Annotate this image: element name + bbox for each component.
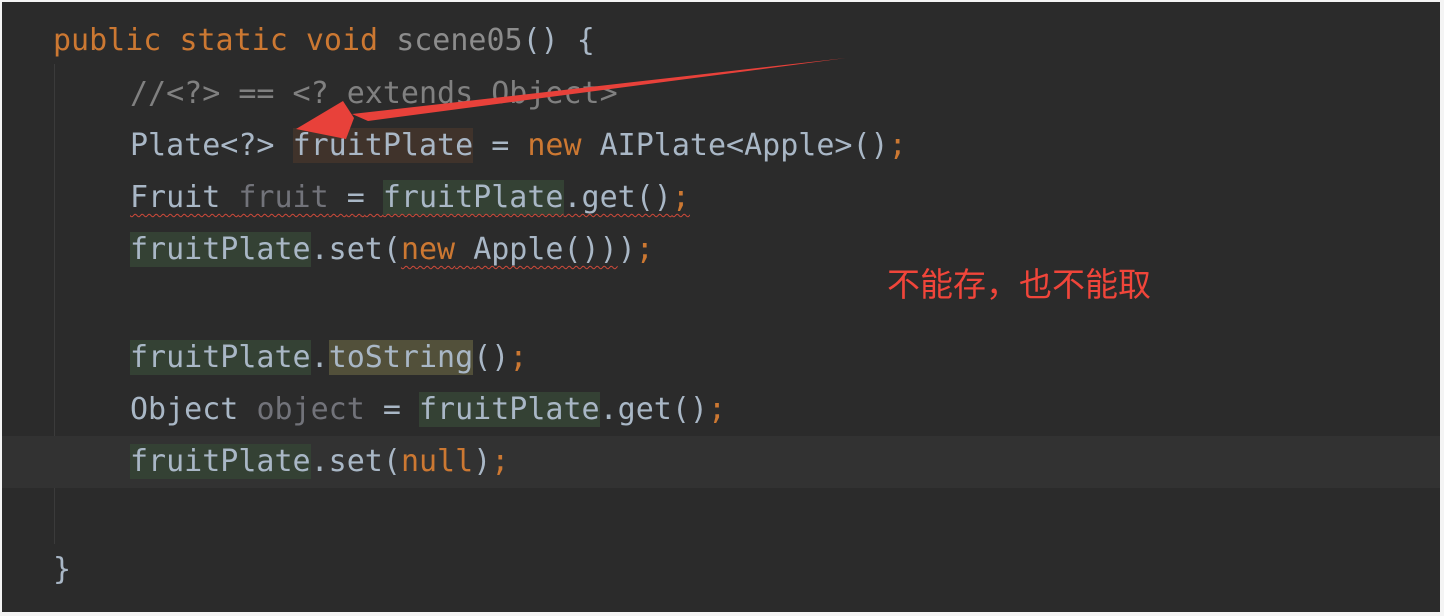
- arrow-shaft: [352, 58, 846, 121]
- arrow-head: [296, 101, 354, 139]
- annotation-arrow-icon: [296, 58, 846, 139]
